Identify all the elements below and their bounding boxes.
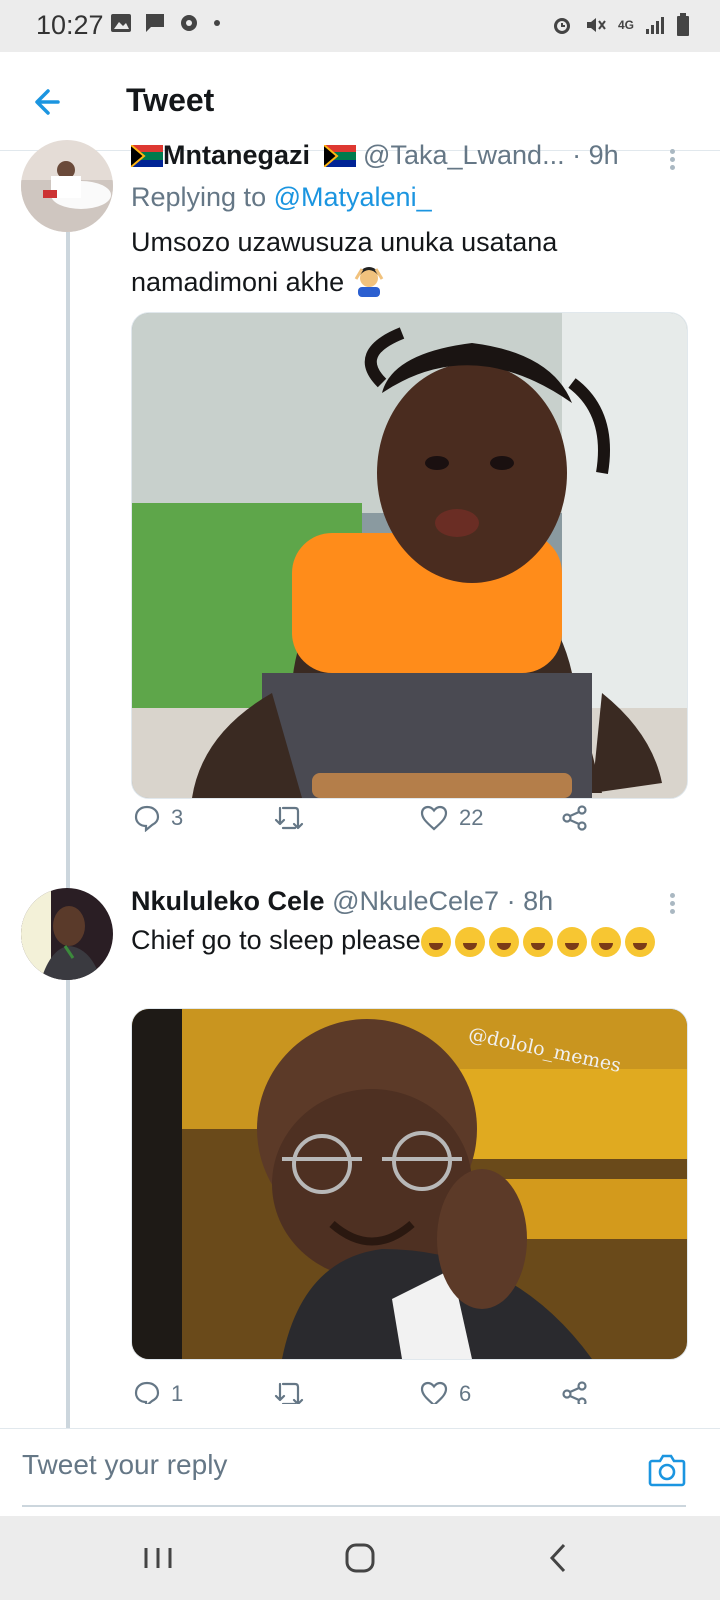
share-icon — [562, 1381, 587, 1404]
alarm-icon — [553, 18, 570, 34]
tweet-2-handle[interactable]: @NkuleCele7 — [332, 886, 499, 916]
tweet-2-actions: 1 6 — [133, 1380, 653, 1404]
status-bar: 10:27 4G — [0, 0, 720, 52]
thread-line — [66, 232, 70, 1428]
reply-button[interactable]: 1 — [133, 1380, 183, 1404]
reply-icon — [134, 805, 160, 832]
message-icon — [146, 14, 164, 32]
rofl-emoji-icon — [420, 926, 451, 957]
avatar-mntanegazi[interactable] — [21, 140, 113, 232]
like-button[interactable]: 6 — [419, 1380, 471, 1404]
camera-icon[interactable] — [648, 1453, 686, 1487]
like-count: 22 — [459, 805, 484, 830]
tweet-1-time: · 9h — [572, 140, 619, 170]
replying-to-label: Replying to — [131, 182, 267, 212]
reply-input-underline — [22, 1505, 686, 1507]
back-arrow-icon[interactable] — [30, 82, 70, 122]
tweet-2-media-image[interactable]: @dololo_memes — [131, 1008, 688, 1360]
tweet-1-text: Umsozo uzawusuza unuka usatana namadimon… — [131, 222, 651, 302]
replying-to-handle[interactable]: @Matyaleni_ — [274, 182, 432, 212]
image-icon — [111, 14, 131, 32]
rofl-emoji-icon — [522, 926, 553, 957]
tweet-1-display-name[interactable]: Mntanegazi — [163, 140, 310, 170]
person-gesturing-emoji-icon — [354, 267, 383, 297]
retweet-button[interactable] — [273, 804, 315, 832]
retweet-icon — [274, 806, 304, 830]
gear-icon — [181, 15, 197, 31]
signal-icon — [646, 17, 664, 34]
home-icon[interactable] — [340, 1540, 380, 1576]
heart-icon — [420, 1381, 448, 1404]
reply-icon — [134, 1381, 160, 1404]
tweet-2-header: Nkululeko Cele @NkuleCele7 · 8h — [131, 886, 553, 917]
top-header: Tweet — [0, 52, 720, 151]
tweet-2-text-body: Chief go to sleep please — [131, 925, 421, 955]
mute-icon — [586, 18, 606, 32]
tweet-2-text: Chief go to sleep please — [131, 920, 671, 960]
tweet-1-header: Mntanegazi @Taka_Lwand... · 9h — [130, 140, 619, 171]
heart-icon — [420, 805, 448, 831]
rofl-emoji-icon — [624, 926, 655, 957]
tweet-2-more-icon[interactable] — [668, 890, 676, 917]
retweet-button[interactable] — [273, 1380, 315, 1404]
share-button[interactable] — [561, 804, 589, 832]
avatar-nkululeko[interactable] — [21, 888, 113, 980]
tweet-1-media-image[interactable] — [131, 312, 688, 799]
share-icon — [562, 805, 587, 831]
tweet-2-display-name[interactable]: Nkululeko Cele — [131, 886, 325, 916]
retweet-icon — [274, 1382, 304, 1404]
4g-icon: 4G — [617, 18, 634, 32]
battery-icon — [677, 13, 689, 36]
rofl-emoji-icon — [454, 926, 485, 957]
status-time: 10:27 — [36, 10, 104, 40]
like-button[interactable]: 22 — [419, 804, 483, 832]
tweet-2-time: · 8h — [506, 886, 554, 916]
status-right-icons: 4G — [550, 12, 690, 38]
reply-input[interactable]: Tweet your reply — [22, 1449, 227, 1481]
reply-count: 1 — [171, 1381, 184, 1404]
south-africa-flag-icon — [130, 144, 163, 168]
tweet-1-more-icon[interactable] — [668, 146, 676, 173]
rofl-emoji-icon — [556, 926, 587, 957]
tweet-1-text-body: Umsozo uzawusuza unuka usatana namadimon… — [131, 227, 558, 297]
tweet-1-replying-line: Replying to @Matyaleni_ — [131, 182, 432, 213]
status-left-icons — [110, 12, 222, 34]
rofl-emoji-icon — [488, 926, 519, 957]
system-nav-bar — [0, 1516, 720, 1600]
like-count: 6 — [459, 1381, 472, 1404]
reply-bar: Tweet your reply — [0, 1428, 720, 1517]
tweet-1-handle[interactable]: @Taka_Lwand... — [363, 140, 565, 170]
recent-apps-icon[interactable] — [138, 1540, 178, 1576]
dot-icon — [214, 20, 220, 26]
reply-count: 3 — [171, 805, 184, 830]
share-button[interactable] — [561, 1380, 589, 1404]
rofl-emoji-icon — [590, 926, 621, 957]
south-africa-flag-icon — [322, 144, 356, 168]
page-title: Tweet — [126, 82, 215, 118]
back-icon[interactable] — [540, 1540, 580, 1576]
reply-button[interactable]: 3 — [133, 804, 183, 832]
